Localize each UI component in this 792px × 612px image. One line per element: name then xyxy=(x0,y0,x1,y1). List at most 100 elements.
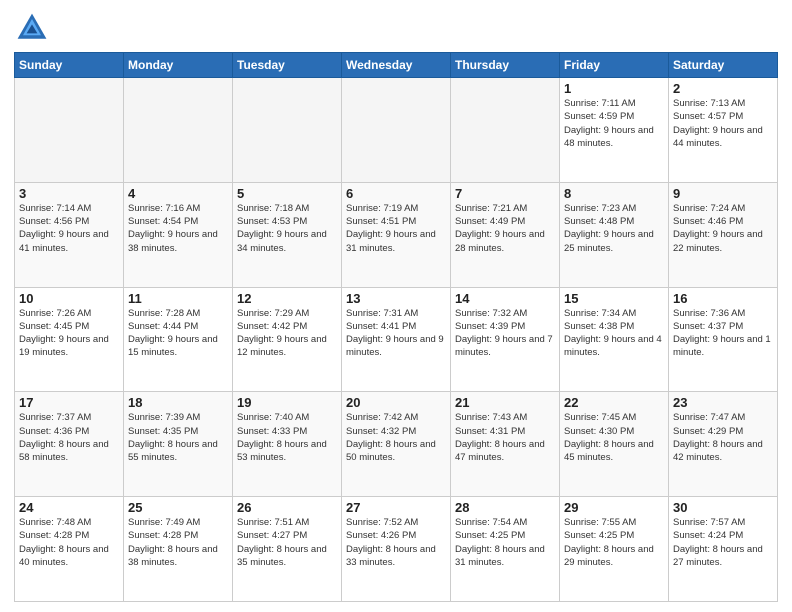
calendar-cell: 21Sunrise: 7:43 AM Sunset: 4:31 PM Dayli… xyxy=(451,392,560,497)
day-number: 19 xyxy=(237,395,337,410)
day-info: Sunrise: 7:34 AM Sunset: 4:38 PM Dayligh… xyxy=(564,307,664,360)
calendar-cell: 3Sunrise: 7:14 AM Sunset: 4:56 PM Daylig… xyxy=(15,182,124,287)
day-info: Sunrise: 7:37 AM Sunset: 4:36 PM Dayligh… xyxy=(19,411,119,464)
day-number: 2 xyxy=(673,81,773,96)
day-info: Sunrise: 7:31 AM Sunset: 4:41 PM Dayligh… xyxy=(346,307,446,360)
calendar-cell: 20Sunrise: 7:42 AM Sunset: 4:32 PM Dayli… xyxy=(342,392,451,497)
day-info: Sunrise: 7:40 AM Sunset: 4:33 PM Dayligh… xyxy=(237,411,337,464)
day-info: Sunrise: 7:36 AM Sunset: 4:37 PM Dayligh… xyxy=(673,307,773,360)
day-header-wednesday: Wednesday xyxy=(342,53,451,78)
calendar-cell: 2Sunrise: 7:13 AM Sunset: 4:57 PM Daylig… xyxy=(669,78,778,183)
calendar-cell: 9Sunrise: 7:24 AM Sunset: 4:46 PM Daylig… xyxy=(669,182,778,287)
calendar-cell xyxy=(233,78,342,183)
day-info: Sunrise: 7:28 AM Sunset: 4:44 PM Dayligh… xyxy=(128,307,228,360)
week-row-2: 10Sunrise: 7:26 AM Sunset: 4:45 PM Dayli… xyxy=(15,287,778,392)
day-number: 24 xyxy=(19,500,119,515)
week-row-1: 3Sunrise: 7:14 AM Sunset: 4:56 PM Daylig… xyxy=(15,182,778,287)
day-info: Sunrise: 7:21 AM Sunset: 4:49 PM Dayligh… xyxy=(455,202,555,255)
day-number: 15 xyxy=(564,291,664,306)
day-info: Sunrise: 7:54 AM Sunset: 4:25 PM Dayligh… xyxy=(455,516,555,569)
calendar-cell: 30Sunrise: 7:57 AM Sunset: 4:24 PM Dayli… xyxy=(669,497,778,602)
day-info: Sunrise: 7:57 AM Sunset: 4:24 PM Dayligh… xyxy=(673,516,773,569)
header xyxy=(14,10,778,46)
calendar-cell: 6Sunrise: 7:19 AM Sunset: 4:51 PM Daylig… xyxy=(342,182,451,287)
calendar-cell: 4Sunrise: 7:16 AM Sunset: 4:54 PM Daylig… xyxy=(124,182,233,287)
day-info: Sunrise: 7:47 AM Sunset: 4:29 PM Dayligh… xyxy=(673,411,773,464)
day-info: Sunrise: 7:26 AM Sunset: 4:45 PM Dayligh… xyxy=(19,307,119,360)
calendar-cell xyxy=(451,78,560,183)
calendar-cell xyxy=(15,78,124,183)
day-info: Sunrise: 7:29 AM Sunset: 4:42 PM Dayligh… xyxy=(237,307,337,360)
day-info: Sunrise: 7:24 AM Sunset: 4:46 PM Dayligh… xyxy=(673,202,773,255)
calendar-cell: 1Sunrise: 7:11 AM Sunset: 4:59 PM Daylig… xyxy=(560,78,669,183)
day-info: Sunrise: 7:32 AM Sunset: 4:39 PM Dayligh… xyxy=(455,307,555,360)
calendar-cell: 14Sunrise: 7:32 AM Sunset: 4:39 PM Dayli… xyxy=(451,287,560,392)
day-number: 30 xyxy=(673,500,773,515)
day-number: 18 xyxy=(128,395,228,410)
logo xyxy=(14,10,56,46)
week-row-4: 24Sunrise: 7:48 AM Sunset: 4:28 PM Dayli… xyxy=(15,497,778,602)
day-header-monday: Monday xyxy=(124,53,233,78)
day-info: Sunrise: 7:14 AM Sunset: 4:56 PM Dayligh… xyxy=(19,202,119,255)
day-number: 26 xyxy=(237,500,337,515)
day-info: Sunrise: 7:49 AM Sunset: 4:28 PM Dayligh… xyxy=(128,516,228,569)
day-info: Sunrise: 7:16 AM Sunset: 4:54 PM Dayligh… xyxy=(128,202,228,255)
day-info: Sunrise: 7:18 AM Sunset: 4:53 PM Dayligh… xyxy=(237,202,337,255)
logo-icon xyxy=(14,10,50,46)
day-header-thursday: Thursday xyxy=(451,53,560,78)
week-row-3: 17Sunrise: 7:37 AM Sunset: 4:36 PM Dayli… xyxy=(15,392,778,497)
day-number: 27 xyxy=(346,500,446,515)
calendar-cell: 12Sunrise: 7:29 AM Sunset: 4:42 PM Dayli… xyxy=(233,287,342,392)
day-info: Sunrise: 7:19 AM Sunset: 4:51 PM Dayligh… xyxy=(346,202,446,255)
calendar-cell: 24Sunrise: 7:48 AM Sunset: 4:28 PM Dayli… xyxy=(15,497,124,602)
day-info: Sunrise: 7:23 AM Sunset: 4:48 PM Dayligh… xyxy=(564,202,664,255)
day-number: 1 xyxy=(564,81,664,96)
calendar-cell: 5Sunrise: 7:18 AM Sunset: 4:53 PM Daylig… xyxy=(233,182,342,287)
day-number: 10 xyxy=(19,291,119,306)
day-header-tuesday: Tuesday xyxy=(233,53,342,78)
calendar-cell: 26Sunrise: 7:51 AM Sunset: 4:27 PM Dayli… xyxy=(233,497,342,602)
day-info: Sunrise: 7:43 AM Sunset: 4:31 PM Dayligh… xyxy=(455,411,555,464)
day-number: 16 xyxy=(673,291,773,306)
calendar-cell: 17Sunrise: 7:37 AM Sunset: 4:36 PM Dayli… xyxy=(15,392,124,497)
calendar-cell: 28Sunrise: 7:54 AM Sunset: 4:25 PM Dayli… xyxy=(451,497,560,602)
day-number: 23 xyxy=(673,395,773,410)
calendar-cell: 25Sunrise: 7:49 AM Sunset: 4:28 PM Dayli… xyxy=(124,497,233,602)
day-number: 11 xyxy=(128,291,228,306)
calendar-cell: 10Sunrise: 7:26 AM Sunset: 4:45 PM Dayli… xyxy=(15,287,124,392)
day-header-friday: Friday xyxy=(560,53,669,78)
day-number: 7 xyxy=(455,186,555,201)
day-number: 6 xyxy=(346,186,446,201)
day-number: 9 xyxy=(673,186,773,201)
day-header-sunday: Sunday xyxy=(15,53,124,78)
calendar-cell: 27Sunrise: 7:52 AM Sunset: 4:26 PM Dayli… xyxy=(342,497,451,602)
day-info: Sunrise: 7:51 AM Sunset: 4:27 PM Dayligh… xyxy=(237,516,337,569)
calendar-header-row: SundayMondayTuesdayWednesdayThursdayFrid… xyxy=(15,53,778,78)
day-number: 22 xyxy=(564,395,664,410)
day-number: 3 xyxy=(19,186,119,201)
day-number: 21 xyxy=(455,395,555,410)
calendar-cell: 23Sunrise: 7:47 AM Sunset: 4:29 PM Dayli… xyxy=(669,392,778,497)
calendar-cell: 22Sunrise: 7:45 AM Sunset: 4:30 PM Dayli… xyxy=(560,392,669,497)
calendar-cell: 29Sunrise: 7:55 AM Sunset: 4:25 PM Dayli… xyxy=(560,497,669,602)
calendar-cell: 13Sunrise: 7:31 AM Sunset: 4:41 PM Dayli… xyxy=(342,287,451,392)
day-number: 14 xyxy=(455,291,555,306)
day-number: 4 xyxy=(128,186,228,201)
day-number: 13 xyxy=(346,291,446,306)
day-number: 20 xyxy=(346,395,446,410)
calendar-cell xyxy=(124,78,233,183)
calendar-cell: 8Sunrise: 7:23 AM Sunset: 4:48 PM Daylig… xyxy=(560,182,669,287)
day-number: 29 xyxy=(564,500,664,515)
day-info: Sunrise: 7:13 AM Sunset: 4:57 PM Dayligh… xyxy=(673,97,773,150)
calendar-cell: 11Sunrise: 7:28 AM Sunset: 4:44 PM Dayli… xyxy=(124,287,233,392)
calendar-cell: 7Sunrise: 7:21 AM Sunset: 4:49 PM Daylig… xyxy=(451,182,560,287)
page: SundayMondayTuesdayWednesdayThursdayFrid… xyxy=(0,0,792,612)
calendar-cell: 16Sunrise: 7:36 AM Sunset: 4:37 PM Dayli… xyxy=(669,287,778,392)
calendar-table: SundayMondayTuesdayWednesdayThursdayFrid… xyxy=(14,52,778,602)
calendar-cell: 15Sunrise: 7:34 AM Sunset: 4:38 PM Dayli… xyxy=(560,287,669,392)
calendar-cell: 19Sunrise: 7:40 AM Sunset: 4:33 PM Dayli… xyxy=(233,392,342,497)
day-info: Sunrise: 7:45 AM Sunset: 4:30 PM Dayligh… xyxy=(564,411,664,464)
day-info: Sunrise: 7:48 AM Sunset: 4:28 PM Dayligh… xyxy=(19,516,119,569)
day-header-saturday: Saturday xyxy=(669,53,778,78)
day-number: 8 xyxy=(564,186,664,201)
